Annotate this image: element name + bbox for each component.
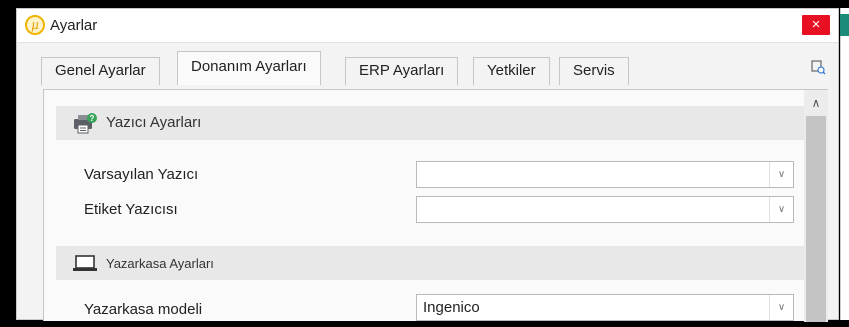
cash-register-model-label: Yazarkasa modeli bbox=[84, 301, 203, 318]
app-logo-icon: μ bbox=[25, 15, 45, 35]
laptop-icon bbox=[73, 255, 97, 271]
vertical-scrollbar[interactable]: ∧ bbox=[804, 90, 828, 322]
background-window-edge bbox=[840, 8, 849, 320]
pin-icon[interactable] bbox=[810, 59, 826, 75]
cash-register-settings-title: Yazarkasa Ayarları bbox=[106, 256, 214, 271]
scrollbar-thumb[interactable] bbox=[806, 116, 826, 322]
printer-settings-title: Yazıcı Ayarları bbox=[106, 114, 202, 131]
printer-icon: ? bbox=[74, 113, 97, 134]
window-title: Ayarlar bbox=[50, 17, 98, 34]
chevron-up-icon[interactable]: ∧ bbox=[804, 90, 828, 114]
tab-yetkiler[interactable]: Yetkiler bbox=[473, 57, 550, 85]
close-button[interactable]: × bbox=[802, 15, 830, 35]
tab-content-panel: ? Yazıcı Ayarları Varsayılan Yazıcı ∨ Et… bbox=[43, 89, 828, 322]
cash-register-model-dropdown[interactable]: Ingenico ∨ bbox=[416, 294, 794, 321]
default-printer-dropdown[interactable]: ∨ bbox=[416, 161, 794, 188]
chevron-down-icon[interactable]: ∨ bbox=[769, 162, 793, 187]
tab-genel-ayarlar[interactable]: Genel Ayarlar bbox=[41, 57, 160, 85]
chevron-down-icon[interactable]: ∨ bbox=[769, 197, 793, 222]
tab-servis[interactable]: Servis bbox=[559, 57, 629, 85]
label-printer-dropdown[interactable]: ∨ bbox=[416, 196, 794, 223]
chevron-down-icon[interactable]: ∨ bbox=[769, 295, 793, 320]
title-bar: μ Ayarlar × bbox=[17, 9, 838, 43]
default-printer-label: Varsayılan Yazıcı bbox=[84, 166, 199, 183]
printer-settings-header: ? Yazıcı Ayarları bbox=[56, 106, 804, 140]
tab-erp-ayarlari[interactable]: ERP Ayarları bbox=[345, 57, 459, 85]
cash-register-settings-header: Yazarkasa Ayarları bbox=[56, 246, 804, 280]
tab-donanim-ayarlari[interactable]: Donanım Ayarları bbox=[177, 51, 321, 85]
background-accent bbox=[840, 14, 849, 36]
cash-register-model-value: Ingenico bbox=[423, 299, 480, 316]
settings-window: μ Ayarlar × Genel Ayarlar Donanım Ayarla… bbox=[16, 8, 839, 322]
tab-bar: Genel Ayarlar Donanım Ayarları ERP Ayarl… bbox=[17, 43, 838, 85]
label-printer-label: Etiket Yazıcısı bbox=[84, 201, 178, 218]
svg-text:?: ? bbox=[90, 114, 95, 123]
